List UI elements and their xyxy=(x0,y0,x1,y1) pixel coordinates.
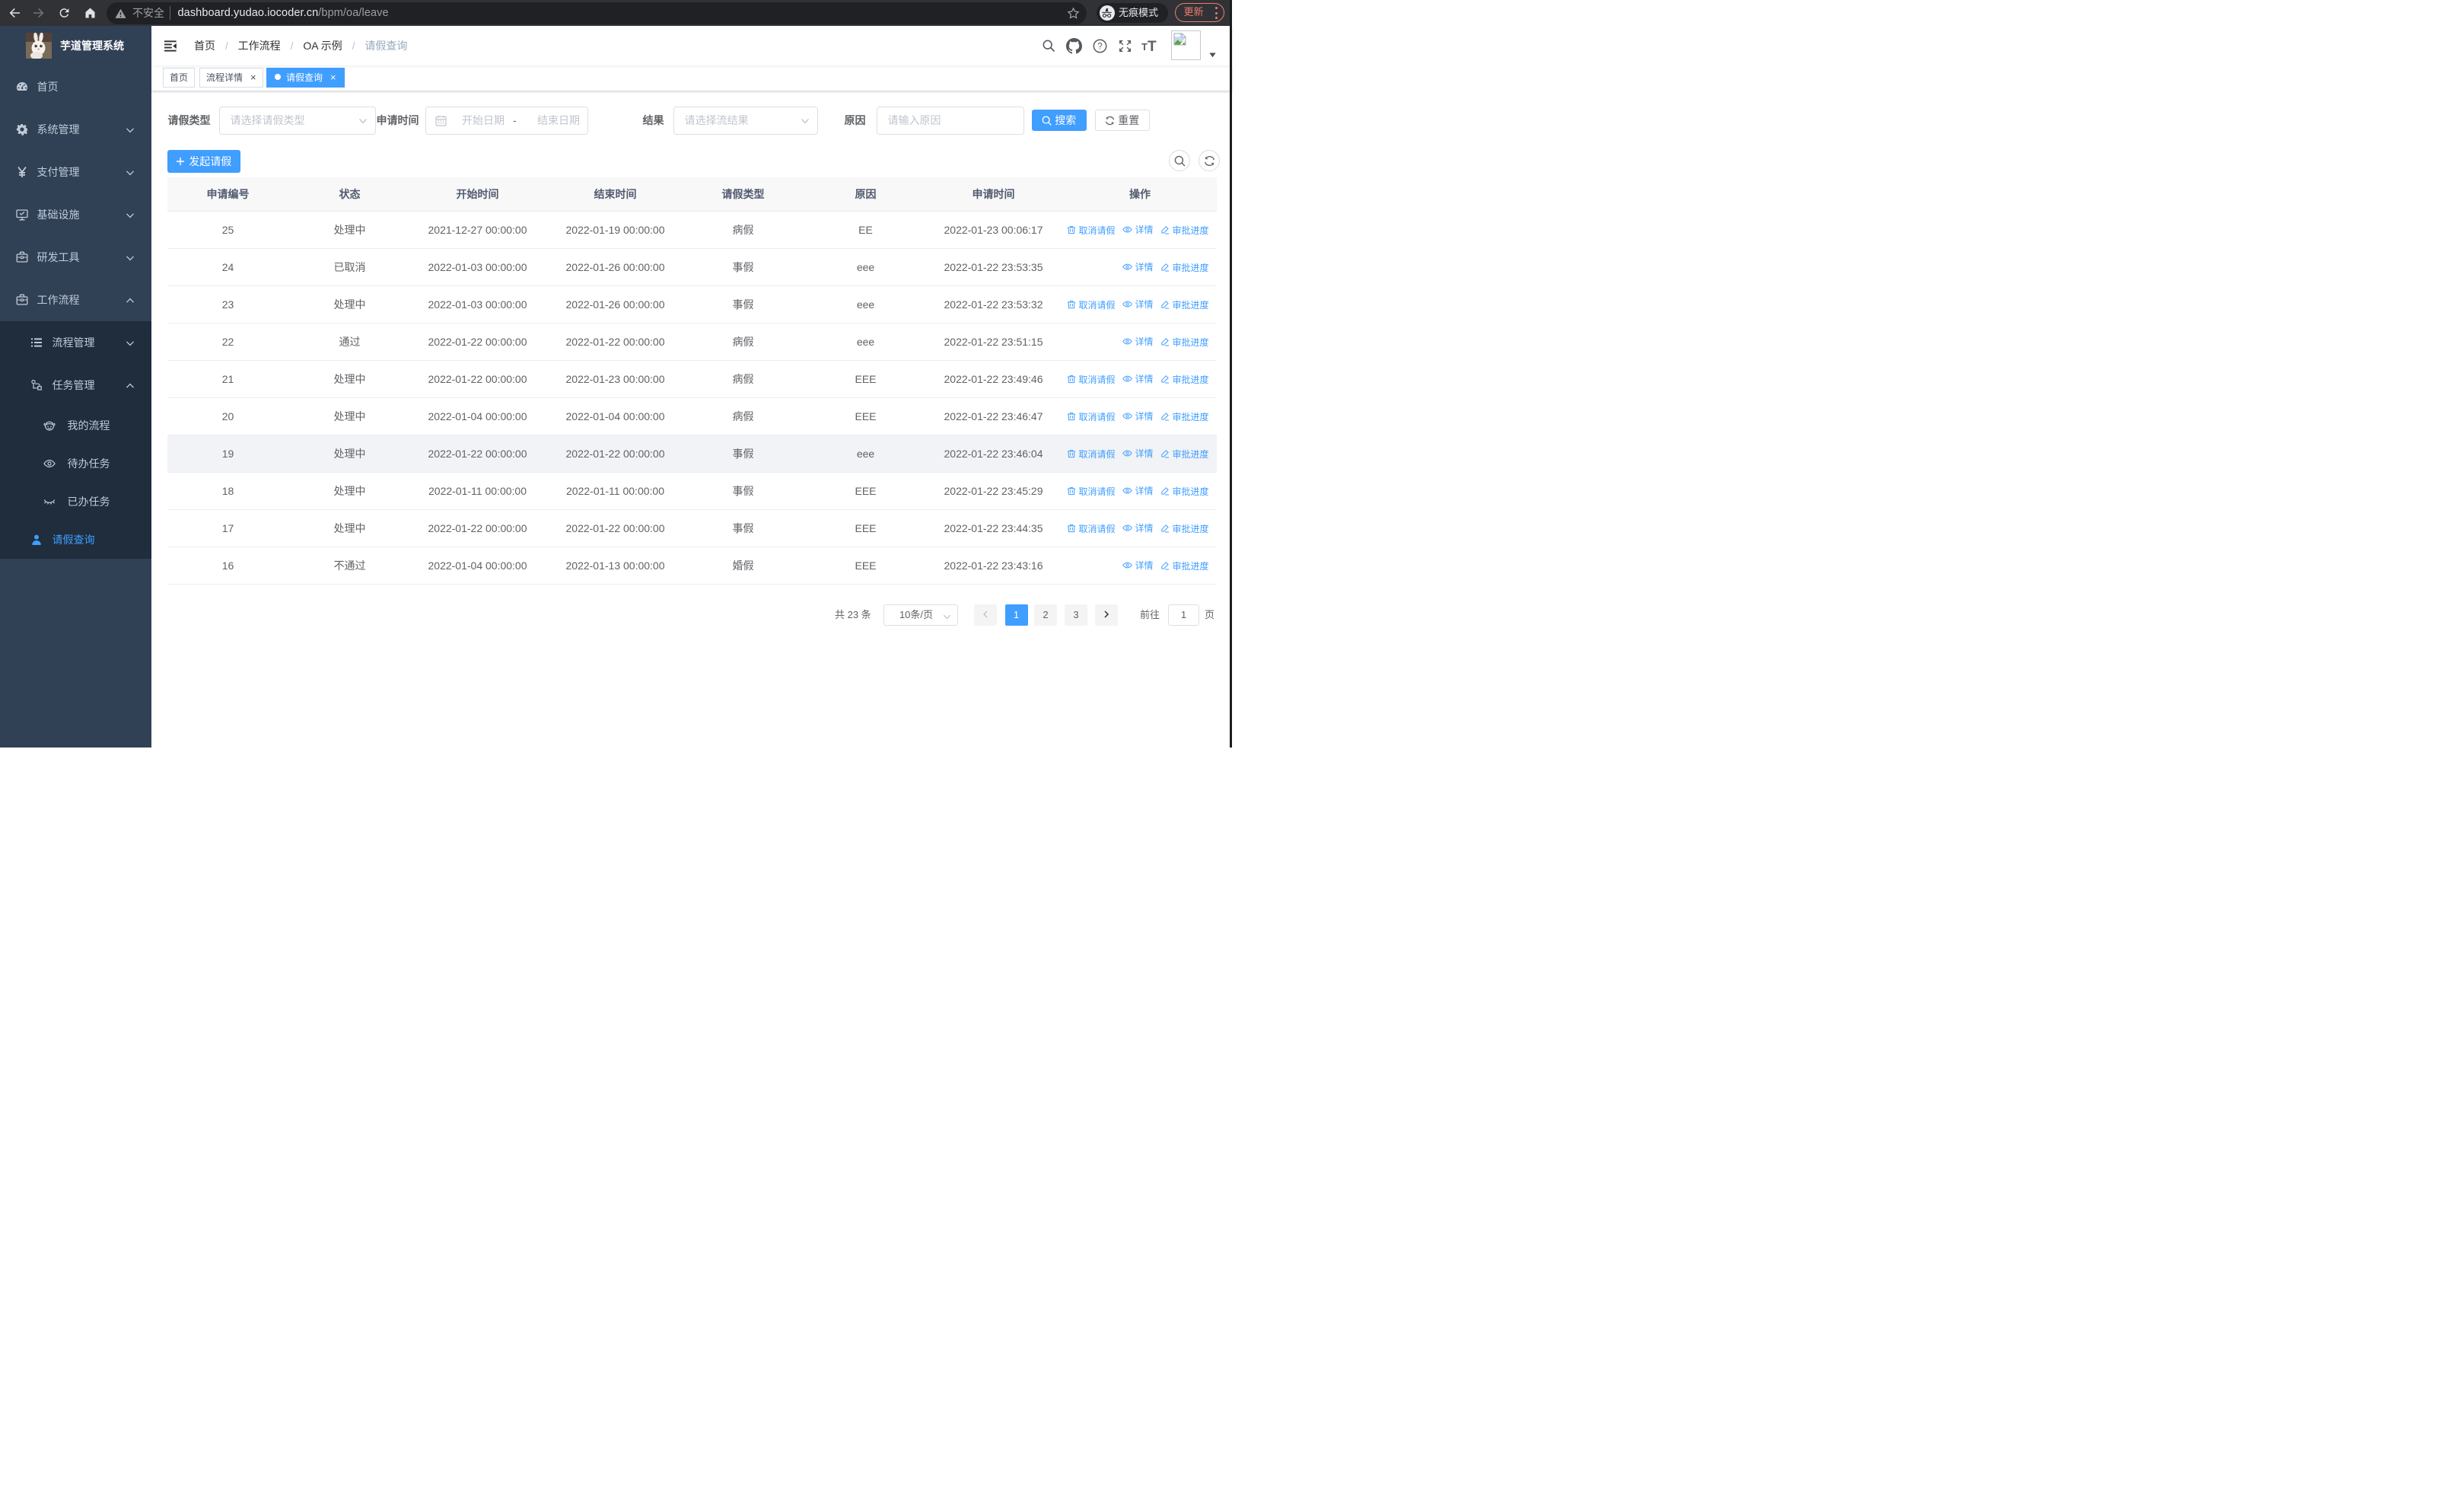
svg-text:T: T xyxy=(1141,41,1148,53)
svg-text:T: T xyxy=(1148,39,1157,53)
svg-text:?: ? xyxy=(1097,42,1102,51)
